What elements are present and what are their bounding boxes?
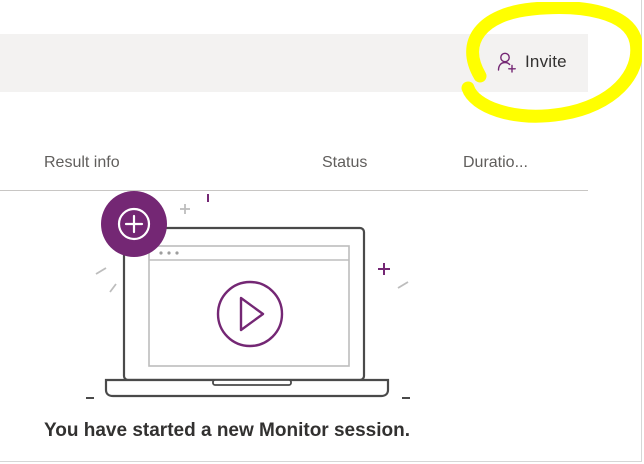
column-header-result-info[interactable]: Result info bbox=[44, 154, 120, 172]
empty-state-illustration bbox=[86, 191, 410, 399]
invite-button[interactable]: Invite bbox=[490, 44, 586, 80]
invite-label: Invite bbox=[525, 52, 567, 71]
add-circle-icon bbox=[101, 191, 167, 257]
column-header-duration[interactable]: Duratio... bbox=[463, 154, 528, 172]
table-header: Result info Status Duratio... bbox=[0, 150, 588, 191]
add-person-icon bbox=[497, 52, 516, 73]
empty-state-message: You have started a new Monitor session. bbox=[44, 420, 411, 441]
column-header-status[interactable]: Status bbox=[322, 154, 367, 172]
